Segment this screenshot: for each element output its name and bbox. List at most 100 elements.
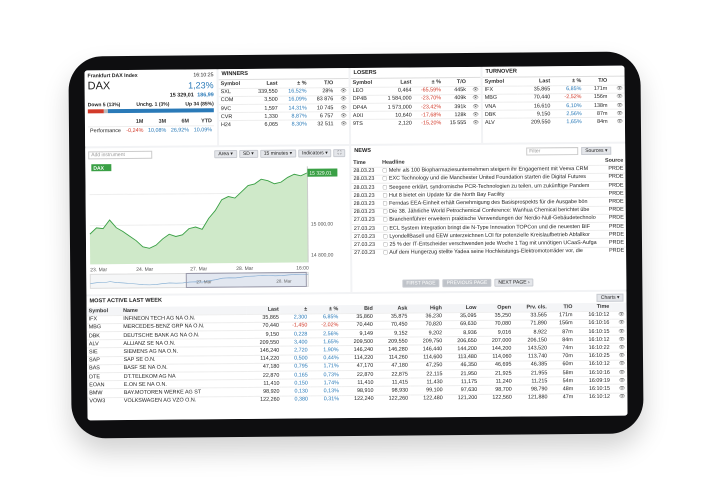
eye-icon[interactable]: 👁 xyxy=(467,86,481,95)
active-cell: 97,630 xyxy=(444,385,480,395)
losers-header-spacer xyxy=(468,78,481,86)
active-cell: 8,922 xyxy=(513,327,550,337)
sd-select[interactable]: SD ▾ xyxy=(238,149,258,159)
breadth-bar xyxy=(87,108,214,114)
previous-page-button[interactable]: PREVIOUS PAGE xyxy=(442,278,492,288)
eye-icon[interactable]: 👁 xyxy=(335,95,349,104)
eye-icon[interactable]: 👁 xyxy=(335,87,349,96)
losers-cell: AIXI xyxy=(350,111,380,120)
active-cell: 122,240 xyxy=(340,394,376,404)
eye-icon[interactable]: 👁 xyxy=(609,93,625,102)
active-header[interactable]: Last xyxy=(246,306,281,314)
next-page-button[interactable]: NEXT PAGE › xyxy=(494,278,534,287)
winners-row[interactable]: H24 6,065 8,30% 32 511 👁 xyxy=(218,119,349,130)
news-headline-cell[interactable]: ▢ Auf dem Hungerzug stellte Yadea seine … xyxy=(380,246,601,258)
turnover-cell: 9,150 xyxy=(517,110,553,119)
eye-icon[interactable]: 👁 xyxy=(611,310,627,320)
news-item[interactable]: 27.03.23 ▢ Auf dem Hungerzug stellte Yade… xyxy=(352,246,627,258)
active-cell: 113,740 xyxy=(513,352,550,361)
active-cell: 36,230 xyxy=(409,312,445,321)
active-cell: 16:10:15 xyxy=(574,327,612,336)
news-filter-input[interactable]: Filter xyxy=(526,147,579,156)
eye-icon[interactable]: 👁 xyxy=(335,103,349,112)
active-header[interactable]: Symbol xyxy=(87,307,122,315)
active-cell: 70,080 xyxy=(478,320,514,329)
active-cell: DBK xyxy=(86,331,122,341)
charts-select[interactable]: Charts ▾ xyxy=(596,293,624,302)
turnover-row[interactable]: ALV 209,550 1,65% 84m 👁 xyxy=(482,117,625,128)
active-header[interactable]: Open xyxy=(478,304,513,312)
sources-button[interactable]: Sources ▾ xyxy=(581,146,612,156)
active-cell: 11,215 xyxy=(513,377,550,386)
eye-icon[interactable]: 👁 xyxy=(611,343,627,352)
eye-icon[interactable]: 👁 xyxy=(335,111,349,121)
active-header[interactable]: Time xyxy=(574,303,611,312)
active-header[interactable]: High xyxy=(409,304,444,312)
indicators-select[interactable]: Indicators ▾ xyxy=(298,149,332,158)
eye-icon[interactable]: 👁 xyxy=(468,94,481,103)
active-cell: IFX xyxy=(86,315,122,324)
first-page-button[interactable]: FIRST PAGE xyxy=(402,279,440,288)
add-instrument-input[interactable]: Add instrument xyxy=(88,150,153,160)
news-date: 28.03.23 xyxy=(351,191,381,200)
turnover-cell: 138m xyxy=(583,101,610,110)
losers-cell: 15 555 xyxy=(443,118,469,128)
active-cell: 16:10:16 xyxy=(574,319,612,328)
eye-icon[interactable]: 👁 xyxy=(468,110,481,119)
winners-cell: 6,065 xyxy=(249,120,280,130)
active-cell: 0,228 xyxy=(281,329,310,339)
active-header[interactable]: Low xyxy=(444,304,479,312)
active-header[interactable]: ± % xyxy=(309,305,340,313)
x-tick-label: 16:00 xyxy=(296,265,309,271)
active-header[interactable]: Bid xyxy=(340,305,375,313)
interval-select[interactable]: 15 minutes ▾ xyxy=(259,149,297,158)
active-header[interactable]: Prv. cls. xyxy=(513,303,549,311)
active-cell: 122,260 xyxy=(375,394,411,404)
active-header[interactable]: ± xyxy=(281,305,309,313)
winners-header: Symbol xyxy=(220,80,241,88)
eye-icon[interactable]: 👁 xyxy=(611,351,628,361)
active-cell: 16:10:22 xyxy=(574,343,612,353)
losers-header: ± % xyxy=(431,79,441,86)
active-cell: 47,250 xyxy=(409,361,445,371)
chart-type-select[interactable]: Area ▾ xyxy=(214,150,237,159)
news-source: PRDE xyxy=(599,189,626,198)
turnover-cell: 16,610 xyxy=(517,101,553,111)
active-header[interactable]: T/O xyxy=(549,303,575,311)
eye-icon[interactable]: 👁 xyxy=(611,368,628,377)
losers-row[interactable]: 9TS 2,120 -15,20% 15 555 👁 xyxy=(350,118,481,129)
eye-icon[interactable]: 👁 xyxy=(611,327,627,336)
active-cell: 47m xyxy=(549,393,576,402)
active-cell: 35,095 xyxy=(443,312,479,321)
active-header[interactable]: Ask xyxy=(375,305,410,313)
active-cell: 3,400 xyxy=(281,338,310,347)
losers-panel: LOSERS Symbol Last ± % T/O LEO 0,464 -65,59% 44… xyxy=(350,66,482,145)
active-cell: SIE xyxy=(86,347,122,357)
eye-icon[interactable]: 👁 xyxy=(611,359,628,369)
news-headline[interactable]: Hut 8 bietet ein Update für die North Ba… xyxy=(389,192,504,199)
eye-icon[interactable]: 👁 xyxy=(468,102,481,111)
eye-icon[interactable]: 👁 xyxy=(468,118,481,128)
active-cell: 113,480 xyxy=(444,353,479,362)
active-cell: 144,200 xyxy=(478,344,514,354)
eye-icon[interactable]: 👁 xyxy=(611,335,627,344)
news-headline[interactable]: Auf dem Hungerzug stellte Yadea seine Ho… xyxy=(389,248,583,256)
eye-icon[interactable]: 👁 xyxy=(609,117,625,126)
winners-header: T/O xyxy=(324,80,334,87)
active-cell: 206,150 xyxy=(513,336,550,345)
losers-cell: 10,640 xyxy=(379,111,414,120)
eye-icon[interactable]: 👁 xyxy=(609,84,625,94)
price-chart[interactable]: 15 000,00 14 800,00 15 329,01 DAX 23. Mar 24.… xyxy=(85,160,350,294)
fullscreen-icon[interactable]: ⛶ xyxy=(333,149,346,158)
turnover-cell: 35,865 xyxy=(517,85,553,94)
active-cell: 146,240 xyxy=(246,346,282,356)
eye-icon[interactable]: 👁 xyxy=(611,384,628,393)
eye-icon[interactable]: 👁 xyxy=(611,392,628,402)
eye-icon[interactable]: 👁 xyxy=(609,109,625,118)
eye-icon[interactable]: 👁 xyxy=(609,101,625,110)
eye-icon[interactable]: 👁 xyxy=(611,376,628,385)
eye-icon[interactable]: 👁 xyxy=(611,319,627,328)
active-cell: 143,520 xyxy=(513,344,550,353)
news-source: PRDE xyxy=(600,238,627,247)
eye-icon[interactable]: 👁 xyxy=(335,119,349,129)
